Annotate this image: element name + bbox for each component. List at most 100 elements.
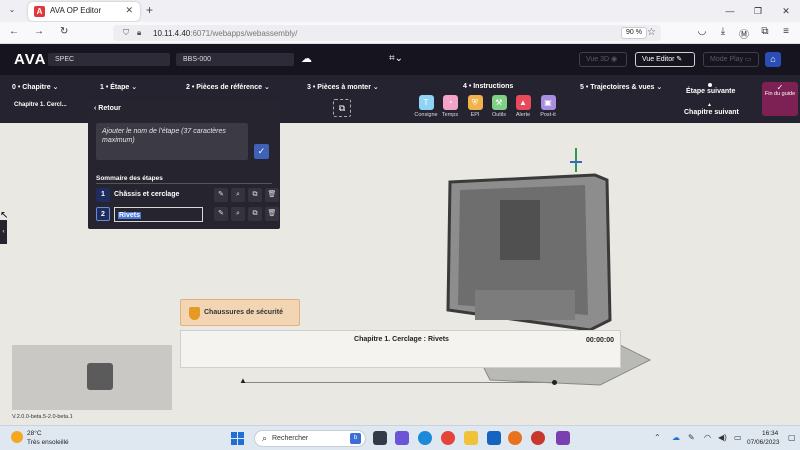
step-name-input[interactable]: Rivets	[114, 207, 203, 222]
weather-status[interactable]: Très ensoleillé	[27, 439, 69, 446]
ava-favicon-icon: A	[34, 6, 45, 17]
outlook-icon[interactable]	[487, 431, 501, 445]
add-part-icon[interactable]: ⧉	[333, 99, 351, 117]
retour-button[interactable]: ‹ Retour	[94, 105, 121, 112]
zoom-icon[interactable]: ⌕	[231, 188, 245, 202]
browser-tab[interactable]: A AVA OP Editor ✕	[28, 2, 140, 21]
instruction-outils-button[interactable]: ⚒ Outils	[486, 95, 512, 118]
taskbar-search[interactable]: ⌕ Rechercher b	[254, 430, 366, 447]
trash-icon[interactable]: 🗑︎	[265, 207, 279, 221]
clock-date[interactable]: 07/06/2023	[747, 439, 780, 446]
cloud-icon[interactable]: ☁	[301, 52, 312, 65]
battery-icon[interactable]: ▭	[734, 433, 742, 442]
onenote-icon[interactable]	[556, 431, 570, 445]
edit-pencil-icon[interactable]: ✎	[214, 207, 228, 221]
chevron-up-icon[interactable]: ⌃	[654, 433, 661, 442]
timeline-end-dot[interactable]	[552, 380, 557, 385]
shield-icon[interactable]: ⛉	[123, 28, 129, 38]
tab-list-icon[interactable]: ⌄	[5, 5, 19, 17]
minimize-icon[interactable]: —	[716, 0, 744, 22]
volume-icon[interactable]: ◀)	[718, 433, 727, 442]
duplicate-icon[interactable]: ⧉	[248, 188, 262, 202]
vue-3d-label: Vue 3D	[586, 56, 610, 63]
firefox-icon[interactable]	[508, 431, 522, 445]
forward-arrow-icon[interactable]: →	[34, 26, 44, 37]
steps-panel: ‹ Retour Ajouter le nom de l'étape (37 c…	[88, 101, 280, 229]
vue-3d-button[interactable]: Vue 3D ◉	[579, 52, 627, 67]
windows-start-icon[interactable]	[231, 432, 244, 445]
new-tab-icon[interactable]: +	[146, 3, 153, 17]
back-arrow-icon[interactable]: ←	[9, 26, 19, 37]
selection-tool-icon[interactable]: ⌗⌄	[389, 53, 403, 64]
instruction-postit-button[interactable]: ▣ Post-it	[535, 95, 561, 118]
file-explorer-icon[interactable]	[464, 431, 478, 445]
step-name-textarea[interactable]: Ajouter le nom de l'étape (37 caractères…	[96, 123, 248, 160]
vue-editor-label: Vue Editor	[642, 56, 675, 63]
chapitre-menu[interactable]: 0 • Chapitre ⌄	[12, 83, 58, 91]
fin-du-guide-button[interactable]: ✓ Fin du guide	[762, 82, 798, 116]
reload-icon[interactable]: ↻	[60, 26, 68, 37]
project-field[interactable]: SPEC	[48, 53, 170, 66]
home-button[interactable]: ⌂	[765, 52, 781, 67]
temperature[interactable]: 28°C	[27, 430, 42, 437]
notifications-icon[interactable]: ▢	[788, 433, 796, 442]
close-window-icon[interactable]: ✕	[772, 0, 800, 22]
pieces-reference-menu[interactable]: 2 • Pièces de référence ⌄	[186, 83, 270, 91]
trash-icon[interactable]: 🗑︎	[265, 188, 279, 202]
assembly-field[interactable]: BBS-000	[176, 53, 294, 66]
zoom-level[interactable]: 90 %	[621, 27, 647, 39]
pen-icon[interactable]: ✎	[688, 433, 695, 442]
chrome-icon[interactable]	[441, 431, 455, 445]
timeline-track[interactable]	[243, 382, 556, 383]
ava-logo: AVA	[14, 51, 47, 68]
onedrive-icon[interactable]: ☁	[672, 433, 680, 442]
edge-icon[interactable]	[418, 431, 432, 445]
step-name[interactable]: Châssis et cerclage	[114, 191, 179, 198]
step-row[interactable]: 1 Châssis et cerclage ✎ ⌕ ⧉ 🗑︎	[96, 188, 279, 202]
app-icon[interactable]	[531, 431, 545, 445]
zoom-icon[interactable]: ⌕	[231, 207, 245, 221]
extensions-icon[interactable]: ⧉	[759, 26, 771, 41]
pieces-monter-menu[interactable]: 3 • Pièces à monter ⌄	[307, 83, 379, 91]
restore-icon[interactable]: ❐	[744, 0, 772, 22]
triangle-up-icon: ▲	[707, 102, 712, 108]
duplicate-icon[interactable]: ⧉	[248, 207, 262, 221]
edit-pencil-icon[interactable]: ✎	[214, 188, 228, 202]
instruction-epi-button[interactable]: ⛨ EPI	[462, 95, 488, 118]
sun-icon[interactable]	[11, 431, 23, 443]
vue-editor-button[interactable]: Vue Editor ✎	[635, 52, 695, 67]
trajectoires-menu[interactable]: 5 • Trajectoires & vues ⌄	[580, 83, 662, 91]
instruction-icon: ◔	[442, 95, 458, 110]
step-row[interactable]: 2 Rivets ✎ ⌕ ⧉ 🗑︎	[96, 207, 279, 222]
timeline-start-marker-icon[interactable]: ▲	[239, 376, 247, 385]
downloads-icon[interactable]: ⤓	[717, 26, 729, 41]
teams-icon[interactable]	[395, 431, 409, 445]
instruction-alerte-button[interactable]: ▲ Alerte	[510, 95, 536, 118]
url-text[interactable]: 10.11.4.40:6071/webapps/webassembly/	[153, 29, 297, 38]
confirm-button[interactable]: ✓	[254, 144, 269, 159]
clock-time[interactable]: 16:34	[762, 430, 778, 437]
close-tab-icon[interactable]: ✕	[125, 5, 133, 16]
account-icon[interactable]: Ⓜ	[738, 26, 750, 41]
etape-suivante-button[interactable]: Étape suivante	[686, 88, 735, 95]
address-bar[interactable]: ⛉ 🔒︎ 10.11.4.40:6071/webapps/webassembly…	[113, 25, 661, 41]
task-view-icon[interactable]	[373, 431, 387, 445]
mode-play-button[interactable]: Mode Play ▭	[703, 52, 759, 67]
safety-instruction-card[interactable]: Chaussures de sécurité	[180, 299, 300, 326]
bookmark-star-icon[interactable]: ☆	[647, 27, 656, 38]
instruction-temps-button[interactable]: ◔ Temps	[437, 95, 463, 118]
lock-icon[interactable]: 🔒︎	[137, 28, 141, 38]
search-icon: ⌕	[262, 433, 268, 443]
etape-menu[interactable]: 1 • Étape ⌄	[100, 83, 137, 91]
step-number: 2	[96, 207, 110, 221]
menu-icon[interactable]: ≡	[780, 26, 792, 41]
instruction-consigne-button[interactable]: T Consigne	[413, 95, 439, 118]
thumbnail-preview[interactable]	[12, 345, 172, 410]
pocket-icon[interactable]: ◡	[696, 26, 708, 41]
wifi-icon[interactable]: ◠	[704, 433, 711, 442]
search-placeholder: Rechercher	[272, 435, 309, 442]
left-drawer-toggle[interactable]: ‹	[0, 220, 7, 244]
app-top-bar: AVA SPEC BBS-000 ☁ ⌗⌄ Vue 3D ◉ Vue Edito…	[0, 44, 800, 75]
chevron-down-icon: ⌄	[52, 84, 59, 91]
chapitre-suivant-button[interactable]: Chapitre suivant	[684, 109, 739, 116]
